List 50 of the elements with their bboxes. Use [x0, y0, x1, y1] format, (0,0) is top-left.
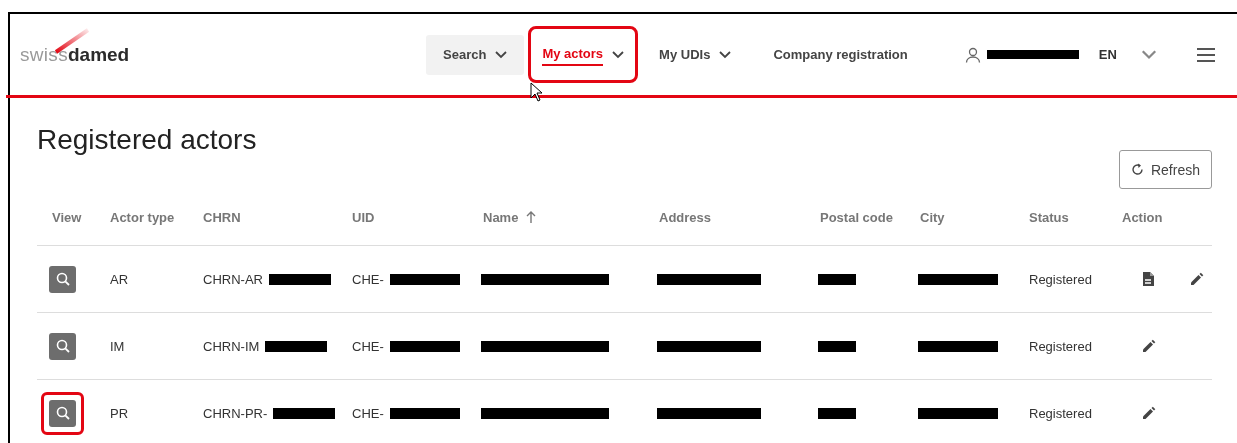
column-header[interactable]: Address — [659, 209, 712, 225]
sort-arrow-icon[interactable] — [526, 211, 537, 223]
search-icon — [55, 339, 70, 353]
document-icon[interactable] — [1142, 272, 1154, 286]
view-button[interactable] — [49, 332, 76, 360]
column-header[interactable]: Action — [1122, 209, 1163, 225]
table-cell: Registered — [1029, 271, 1092, 287]
logo-text: swiss — [20, 43, 68, 66]
column-header[interactable]: View — [52, 209, 82, 225]
table-cell: Registered — [1029, 405, 1092, 421]
view-button[interactable] — [49, 265, 76, 293]
language-label[interactable]: EN — [1098, 47, 1117, 62]
nav-menu-item[interactable]: Search — [426, 34, 525, 75]
table-cell: AR — [110, 271, 129, 287]
column-header[interactable]: UID — [352, 209, 375, 225]
table-cell: CHRN-IM — [203, 338, 260, 354]
column-header[interactable]: Status — [1029, 209, 1069, 225]
refresh-button[interactable]: Refresh — [1118, 150, 1212, 189]
pencil-icon[interactable] — [1142, 339, 1156, 353]
table-cell: IM — [110, 338, 125, 354]
table-cell: CHRN-AR — [203, 271, 263, 287]
user-icon — [964, 46, 981, 63]
chevron-down-icon — [495, 50, 508, 59]
table-cell: CHRN-PR- — [203, 405, 268, 421]
mouse-cursor-icon — [530, 82, 543, 102]
refresh-icon — [1130, 163, 1144, 176]
table-cell: CHE- — [352, 405, 384, 421]
nav-menu-item[interactable]: My UDIs — [642, 34, 749, 75]
table-cell: PR — [110, 405, 129, 421]
nav-menu-item[interactable]: My actors — [528, 26, 639, 83]
column-header[interactable]: Actor type — [110, 209, 175, 225]
table-cell: Registered — [1029, 338, 1092, 354]
column-header[interactable]: Postal code — [820, 209, 893, 225]
column-header[interactable]: City — [920, 209, 945, 225]
column-header[interactable]: CHRN — [203, 209, 241, 225]
logo-text: damed — [67, 43, 130, 66]
pencil-icon[interactable] — [1142, 406, 1156, 420]
chevron-down-icon — [1140, 49, 1157, 60]
pencil-icon[interactable] — [1190, 272, 1204, 286]
chevron-down-icon — [719, 50, 732, 59]
menu-icon[interactable] — [1196, 47, 1215, 62]
view-button[interactable] — [49, 399, 76, 427]
search-icon — [55, 272, 70, 286]
page-title: Registered actors — [37, 123, 258, 157]
table-cell: CHE- — [352, 338, 384, 354]
nav-menu-item[interactable]: Company registration — [756, 34, 925, 75]
column-header[interactable]: Name — [483, 209, 519, 225]
search-icon — [55, 406, 70, 420]
chevron-down-icon — [612, 50, 625, 59]
table-cell: CHE- — [352, 271, 384, 287]
